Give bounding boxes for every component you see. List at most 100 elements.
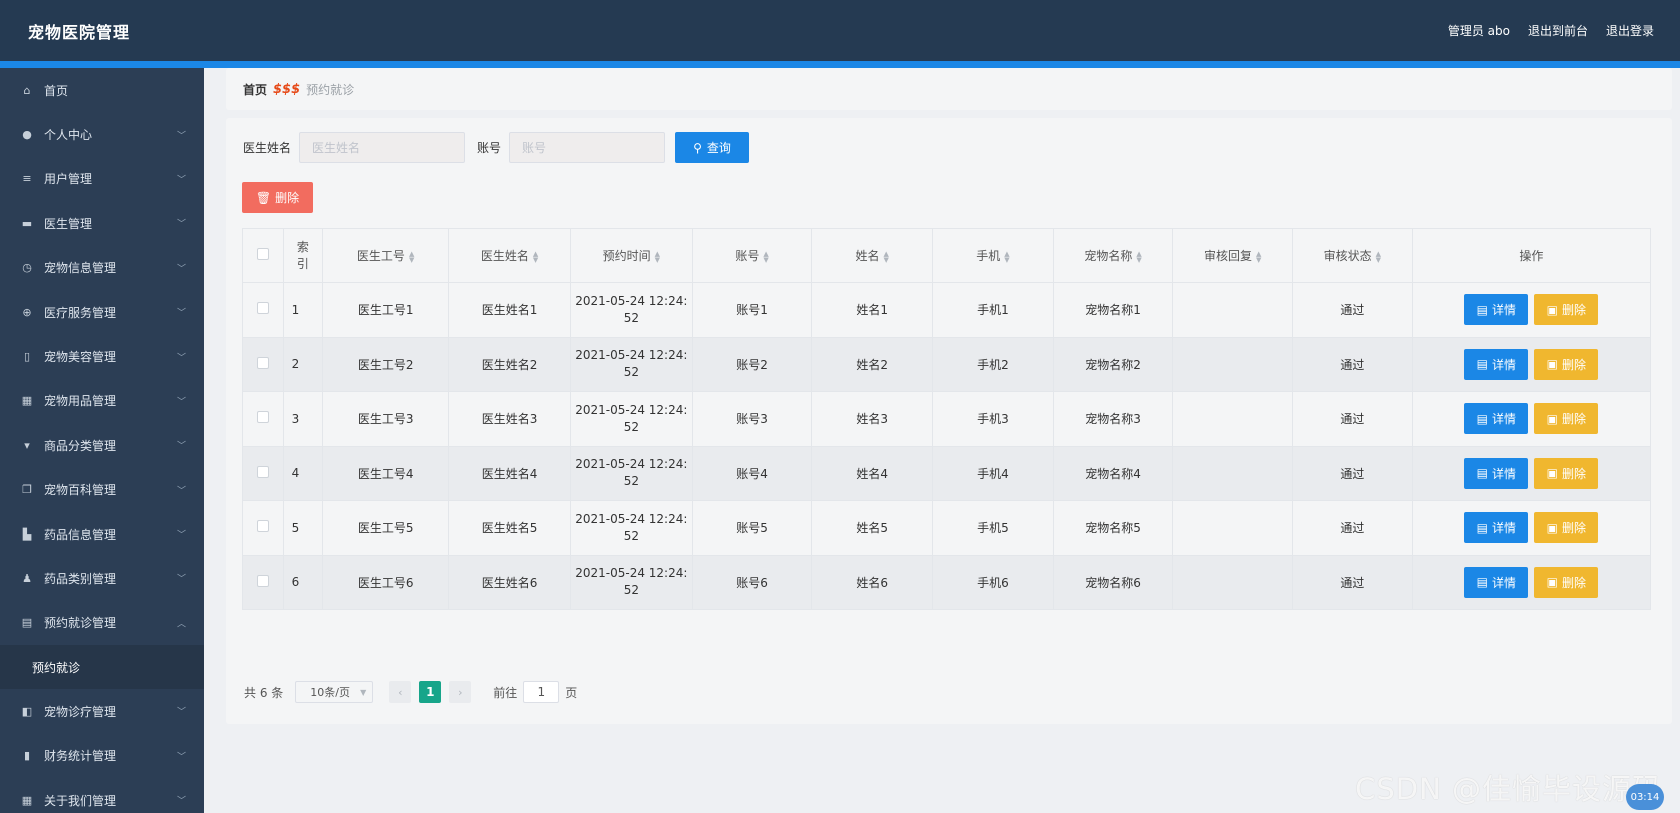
sort-icon[interactable]: ▲ ▼ (1004, 250, 1009, 263)
delete-button[interactable]: ▣ 删除 (1534, 512, 1599, 544)
col-doctor-no[interactable]: 医生工号 ▲ ▼ (322, 228, 450, 283)
col-status[interactable]: 审核状态 ▲ ▼ (1292, 228, 1413, 283)
sort-icon[interactable]: ▲ ▼ (763, 250, 768, 263)
sidebar-item[interactable]: ▾ 商品分类管理 ﹀ (0, 423, 204, 467)
breadcrumb-home[interactable]: 首页 (243, 81, 267, 98)
detail-label: 详情 (1492, 412, 1517, 427)
goto-page-input[interactable]: 1 (523, 681, 560, 703)
row-checkbox[interactable] (256, 302, 269, 315)
row-select-cell[interactable] (242, 391, 284, 447)
prev-page-button[interactable]: ‹ (389, 681, 412, 703)
sidebar-item[interactable]: ♟ 药品类别管理 ﹀ (0, 556, 204, 600)
page-number-1[interactable]: 1 (419, 681, 442, 703)
cell-reply (1172, 336, 1294, 392)
cell-index: 4 (282, 445, 324, 501)
row-checkbox[interactable] (256, 520, 269, 533)
detail-button[interactable]: ▤ 详情 (1464, 566, 1529, 598)
delete-button[interactable]: ▣ 删除 (1534, 403, 1599, 435)
row-select-cell[interactable] (242, 336, 284, 392)
sort-icon[interactable]: ▲ ▼ (1376, 250, 1381, 263)
delete-button[interactable]: ▣ 删除 (1534, 294, 1599, 326)
row-checkbox[interactable] (256, 465, 269, 478)
page-size-value: 10条/页 (310, 686, 350, 699)
sidebar-item[interactable]: ● 个人中心 ﹀ (0, 112, 204, 156)
sidebar-item[interactable]: ⌂ 首页 (0, 68, 204, 112)
col-reply[interactable]: 审核回复 ▲ ▼ (1172, 228, 1294, 283)
cell-phone: 手机4 (932, 445, 1054, 501)
table-row[interactable]: 3 医生工号3 医生姓名3 2021-05-24 12:24: 52 账号3 姓名3 手机3 宠… (242, 391, 1652, 447)
cell-pet: 宠物名称2 (1052, 336, 1174, 392)
delete-label: 删除 (1562, 412, 1587, 427)
list-icon: ≡ (22, 172, 32, 186)
col-name[interactable]: 姓名 ▲ ▼ (811, 228, 934, 283)
sidebar-item[interactable]: ▯ 宠物美容管理 ﹀ (0, 334, 204, 378)
cell-account: 账号2 (691, 336, 813, 392)
sidebar-item[interactable]: ▦ 宠物用品管理 ﹀ (0, 379, 204, 423)
delete-button[interactable]: ▣ 删除 (1534, 457, 1599, 489)
bulk-delete-button[interactable]: 🗑 删除 (242, 182, 313, 213)
sidebar-item[interactable]: ▮ 财务统计管理 ﹀ (0, 733, 204, 777)
delete-button[interactable]: ▣ 删除 (1534, 348, 1599, 380)
cell-name: 姓名6 (811, 554, 934, 610)
exit-to-front-link[interactable]: 退出到前台 (1528, 22, 1588, 39)
detail-button[interactable]: ▤ 详情 (1464, 403, 1529, 435)
row-checkbox[interactable] (256, 356, 269, 369)
sidebar-subitem-appointment[interactable]: 预约就诊 (0, 645, 204, 690)
sidebar-item[interactable]: ▦ 关于我们管理 ﹀ (0, 778, 204, 813)
sidebar-item[interactable]: ◷ 宠物信息管理 ﹀ (0, 246, 204, 290)
sidebar-item[interactable]: ≡ 用户管理 ﹀ (0, 157, 204, 201)
col-pet[interactable]: 宠物名称 ▲ ▼ (1052, 228, 1174, 283)
sort-icon[interactable]: ▲ ▼ (1136, 250, 1141, 263)
sidebar-item-label: 关于我们管理 (44, 793, 117, 808)
table-row[interactable]: 4 医生工号4 医生姓名4 2021-05-24 12:24: 52 账号4 姓名4 手机4 宠… (242, 445, 1652, 501)
next-page-button[interactable]: › (449, 681, 472, 703)
detail-button[interactable]: ▤ 详情 (1464, 457, 1529, 489)
cell-doctor-name: 医生姓名4 (448, 445, 571, 501)
row-select-cell[interactable] (242, 500, 284, 556)
sidebar-item[interactable]: ▙ 药品信息管理 ﹀ (0, 512, 204, 556)
cell-name: 姓名5 (811, 500, 934, 556)
delete-button[interactable]: ▣ 删除 (1534, 566, 1599, 598)
table-row[interactable]: 1 医生工号1 医生姓名1 2021-05-24 12:24: 52 账号1 姓名1 手机1 宠… (242, 282, 1652, 338)
col-phone[interactable]: 手机 ▲ ▼ (932, 228, 1054, 283)
delete-label: 删除 (1562, 303, 1587, 318)
sidebar-item[interactable]: ⊕ 医疗服务管理 ﹀ (0, 290, 204, 334)
sort-icon[interactable]: ▲ ▼ (655, 250, 660, 263)
page-size-select[interactable]: 10条/页 ▼ (295, 681, 374, 703)
table-row[interactable]: 2 医生工号2 医生姓名2 2021-05-24 12:24: 52 账号2 姓名2 手机2 宠… (242, 336, 1652, 392)
row-checkbox[interactable] (256, 411, 269, 424)
row-select-cell[interactable] (242, 554, 284, 610)
col-doctor-name[interactable]: 医生姓名 ▲ ▼ (448, 228, 571, 283)
col-time[interactable]: 预约时间 ▲ ▼ (569, 228, 693, 283)
row-select-cell[interactable] (242, 445, 284, 501)
sidebar-item[interactable]: ▬ 医生管理 ﹀ (0, 201, 204, 245)
document-icon: ▤ (1476, 466, 1488, 481)
cell-index: 2 (282, 336, 324, 392)
sidebar-item-label: 个人中心 (44, 128, 93, 143)
row-select-cell[interactable] (242, 282, 284, 338)
sidebar-item[interactable]: ▤ 预约就诊管理 ︿ (0, 601, 204, 645)
select-all-cell[interactable] (242, 228, 284, 283)
bulk-delete-label: 删除 (275, 191, 300, 205)
detail-label: 详情 (1492, 466, 1517, 481)
logout-link[interactable]: 退出登录 (1606, 22, 1654, 39)
table-row[interactable]: 6 医生工号6 医生姓名6 2021-05-24 12:24: 52 账号6 姓名6 手机6 宠… (242, 554, 1652, 610)
detail-button[interactable]: ▤ 详情 (1464, 512, 1529, 544)
col-account[interactable]: 账号 ▲ ▼ (691, 228, 813, 283)
sort-icon[interactable]: ▲ ▼ (533, 250, 538, 263)
table-row[interactable]: 5 医生工号5 医生姓名5 2021-05-24 12:24: 52 账号5 姓名5 手机5 宠… (242, 500, 1652, 556)
detail-button[interactable]: ▤ 详情 (1464, 294, 1529, 326)
query-button[interactable]: ⚲ 查询 (675, 132, 750, 163)
sort-icon[interactable]: ▲ ▼ (409, 250, 414, 263)
detail-button[interactable]: ▤ 详情 (1464, 348, 1529, 380)
select-all-checkbox[interactable] (256, 248, 269, 260)
account-input[interactable] (509, 132, 666, 163)
sort-icon[interactable]: ▲ ▼ (884, 250, 889, 263)
sidebar-item[interactable]: ◧ 宠物诊疗管理 ﹀ (0, 689, 204, 733)
sort-icon[interactable]: ▲ ▼ (1256, 250, 1261, 263)
folder-icon: ▤ (21, 616, 33, 630)
cell-index: 6 (282, 554, 324, 610)
doctor-name-input[interactable] (299, 132, 466, 163)
row-checkbox[interactable] (256, 574, 269, 587)
sidebar-item[interactable]: ❐ 宠物百科管理 ﹀ (0, 468, 204, 512)
